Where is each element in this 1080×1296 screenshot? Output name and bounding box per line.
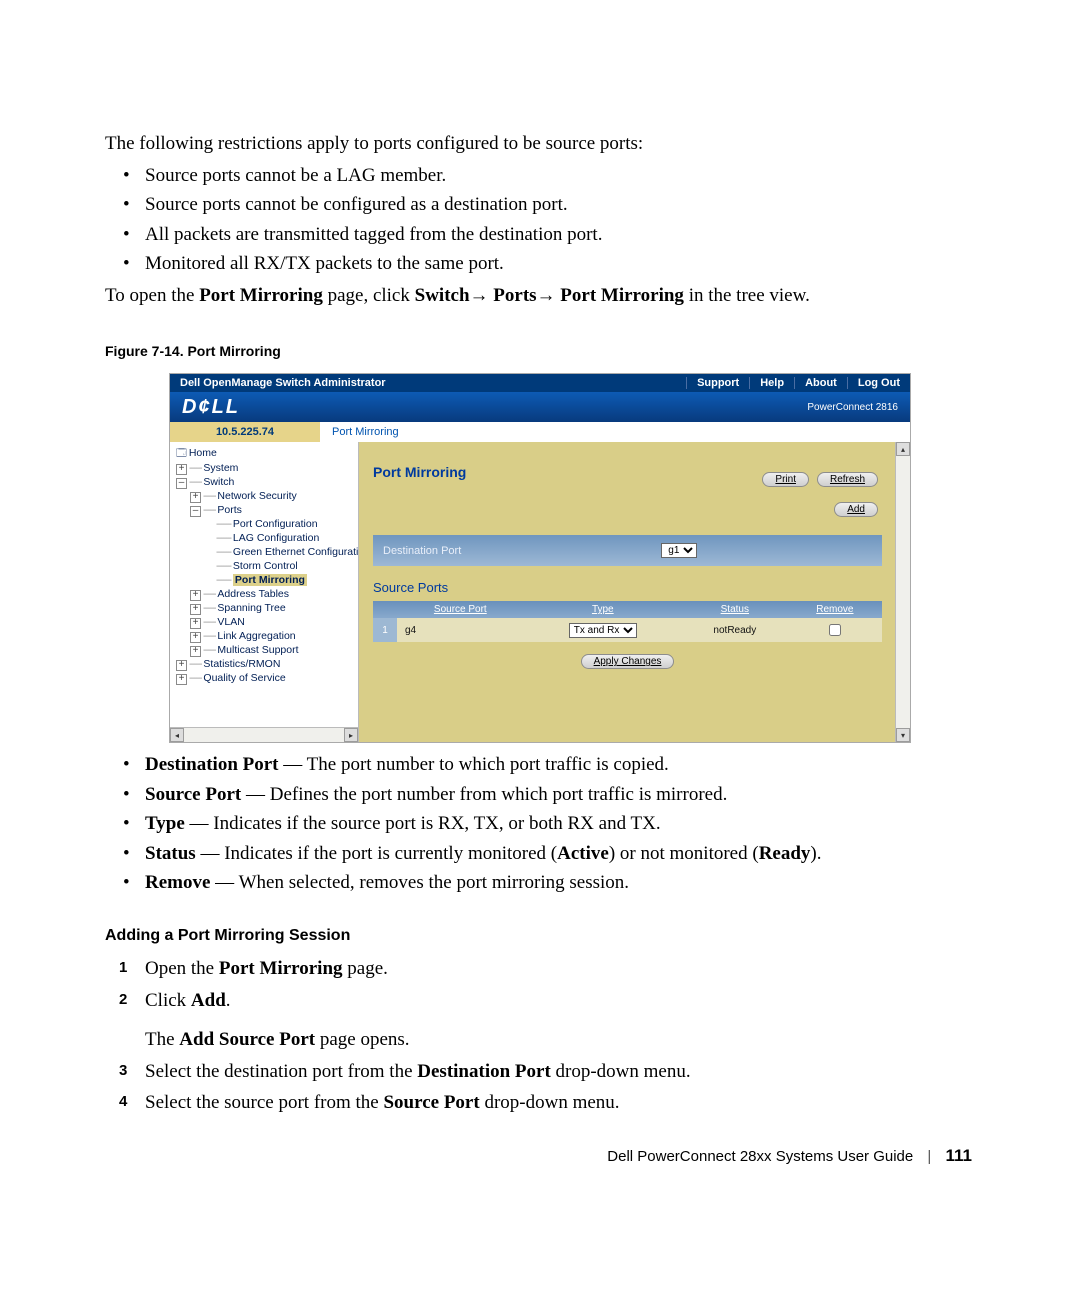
- home-icon: [176, 447, 189, 459]
- tree-multicast-support[interactable]: Multicast Support: [217, 644, 298, 656]
- panel-vertical-scrollbar[interactable]: ▴ ▾: [895, 442, 910, 742]
- step-4: Select the source port from the Source P…: [145, 1089, 975, 1117]
- footer-separator: |: [917, 1148, 941, 1165]
- nav-about[interactable]: About: [794, 377, 847, 389]
- expand-icon[interactable]: +: [190, 646, 201, 657]
- print-button[interactable]: Print: [762, 472, 809, 487]
- source-ports-table: Source Port Type Status Remove 1 g4: [373, 601, 882, 642]
- collapse-icon[interactable]: –: [190, 506, 201, 517]
- def-status: Status — Indicates if the port is curren…: [145, 840, 975, 868]
- step-1: Open the Port Mirroring page.: [145, 955, 975, 983]
- nav-support[interactable]: Support: [686, 377, 749, 389]
- restrictions-list: Source ports cannot be a LAG member. Sou…: [105, 162, 975, 278]
- collapse-icon[interactable]: –: [176, 478, 187, 489]
- breadcrumb: Port Mirroring: [320, 422, 399, 442]
- expand-icon[interactable]: +: [190, 604, 201, 615]
- page-footer: Dell PowerConnect 28xx Systems User Guid…: [607, 1146, 972, 1166]
- tree-switch[interactable]: Switch: [203, 476, 234, 488]
- expand-icon[interactable]: +: [190, 492, 201, 503]
- figure-caption: Figure 7-14. Port Mirroring: [105, 343, 975, 359]
- tree-ports[interactable]: Ports: [217, 504, 242, 516]
- source-ports-heading: Source Ports: [359, 566, 896, 595]
- brand-bar: D¢LL PowerConnect 2816: [170, 392, 910, 422]
- col-source-port[interactable]: Source Port: [397, 601, 524, 618]
- expand-icon[interactable]: +: [176, 660, 187, 671]
- tree-green-ethernet[interactable]: Green Ethernet Configurati: [233, 546, 359, 558]
- bullet-item: Source ports cannot be a LAG member.: [145, 162, 975, 190]
- screenshot-port-mirroring: Dell OpenManage Switch Administrator Sup…: [169, 373, 911, 743]
- expand-icon[interactable]: +: [176, 674, 187, 685]
- refresh-button[interactable]: Refresh: [817, 472, 878, 487]
- page-number: 111: [946, 1146, 973, 1165]
- step-3: Select the destination port from the Des…: [145, 1058, 975, 1086]
- scroll-right-icon[interactable]: ▸: [344, 728, 358, 742]
- tree-link-aggregation[interactable]: Link Aggregation: [217, 630, 295, 642]
- expand-icon[interactable]: +: [176, 464, 187, 475]
- guide-title: Dell PowerConnect 28xx Systems User Guid…: [607, 1148, 913, 1165]
- dell-logo: D¢LL: [182, 396, 240, 419]
- bullet-item: Source ports cannot be configured as a d…: [145, 191, 975, 219]
- tree-lag-configuration[interactable]: LAG Configuration: [233, 532, 319, 544]
- def-destination-port: Destination Port — The port number to wh…: [145, 751, 975, 779]
- top-nav: Support Help About Log Out: [686, 377, 910, 389]
- steps-list: Open the Port Mirroring page. Click Add.…: [105, 955, 975, 1117]
- tree-port-configuration[interactable]: Port Configuration: [233, 518, 318, 530]
- content-panel: Port Mirroring Print Refresh Add Destina…: [359, 442, 910, 742]
- step-2: Click Add. The Add Source Port page open…: [145, 987, 975, 1054]
- destination-port-block: Destination Port g1: [373, 535, 882, 566]
- bullet-item: Monitored all RX/TX packets to the same …: [145, 250, 975, 278]
- remove-checkbox[interactable]: [829, 624, 841, 636]
- tree-address-tables[interactable]: Address Tables: [217, 588, 289, 600]
- tree-system[interactable]: System: [203, 462, 238, 474]
- tree-home[interactable]: Home: [189, 447, 217, 459]
- intro-paragraph: The following restrictions apply to port…: [105, 130, 975, 158]
- def-type: Type — Indicates if the source port is R…: [145, 810, 975, 838]
- col-type[interactable]: Type: [524, 601, 682, 618]
- ip-breadcrumb-bar: 10.5.225.74 Port Mirroring: [170, 422, 910, 442]
- scroll-down-icon[interactable]: ▾: [896, 728, 910, 742]
- nav-logout[interactable]: Log Out: [847, 377, 910, 389]
- bullet-item: All packets are transmitted tagged from …: [145, 221, 975, 249]
- def-remove: Remove — When selected, removes the port…: [145, 869, 975, 897]
- nav-help[interactable]: Help: [749, 377, 794, 389]
- add-button[interactable]: Add: [834, 502, 878, 517]
- expand-icon[interactable]: +: [190, 632, 201, 643]
- apply-changes-button[interactable]: Apply Changes: [581, 654, 675, 669]
- row-remove: [788, 618, 882, 642]
- tree-network-security[interactable]: Network Security: [217, 490, 296, 502]
- row-type: Tx and Rx: [524, 618, 682, 642]
- tree-horizontal-scrollbar[interactable]: ◂ ▸: [170, 727, 358, 742]
- def-source-port: Source Port — Defines the port number fr…: [145, 781, 975, 809]
- row-status: notReady: [682, 618, 788, 642]
- destination-port-label: Destination Port: [383, 545, 461, 557]
- nav-tree[interactable]: Home +----- System –----- Switch +----- …: [170, 442, 359, 742]
- device-ip: 10.5.225.74: [170, 422, 320, 442]
- subheading: Adding a Port Mirroring Session: [105, 927, 975, 945]
- tree-quality-of-service[interactable]: Quality of Service: [203, 672, 285, 684]
- open-page-paragraph: To open the Port Mirroring page, click S…: [105, 282, 975, 310]
- expand-icon[interactable]: +: [190, 618, 201, 629]
- col-remove: Remove: [788, 601, 882, 618]
- tree-statistics-rmon[interactable]: Statistics/RMON: [203, 658, 280, 670]
- tree-port-mirroring[interactable]: Port Mirroring: [233, 574, 307, 586]
- tree-spanning-tree[interactable]: Spanning Tree: [217, 602, 285, 614]
- col-status[interactable]: Status: [682, 601, 788, 618]
- model-label: PowerConnect 2816: [807, 402, 898, 413]
- scroll-left-icon[interactable]: ◂: [170, 728, 184, 742]
- destination-port-select[interactable]: g1: [661, 543, 697, 558]
- definitions-list: Destination Port — The port number to wh…: [105, 751, 975, 897]
- tree-storm-control[interactable]: Storm Control: [233, 560, 298, 572]
- row-source-port: g4: [397, 618, 524, 642]
- expand-icon[interactable]: +: [190, 590, 201, 601]
- row-number: 1: [373, 618, 397, 642]
- scroll-up-icon[interactable]: ▴: [896, 442, 910, 456]
- app-titlebar: Dell OpenManage Switch Administrator Sup…: [170, 374, 910, 392]
- app-title: Dell OpenManage Switch Administrator: [170, 377, 686, 389]
- tree-vlan[interactable]: VLAN: [217, 616, 244, 628]
- table-row: 1 g4 Tx and Rx notReady: [373, 618, 882, 642]
- type-select[interactable]: Tx and Rx: [569, 623, 637, 638]
